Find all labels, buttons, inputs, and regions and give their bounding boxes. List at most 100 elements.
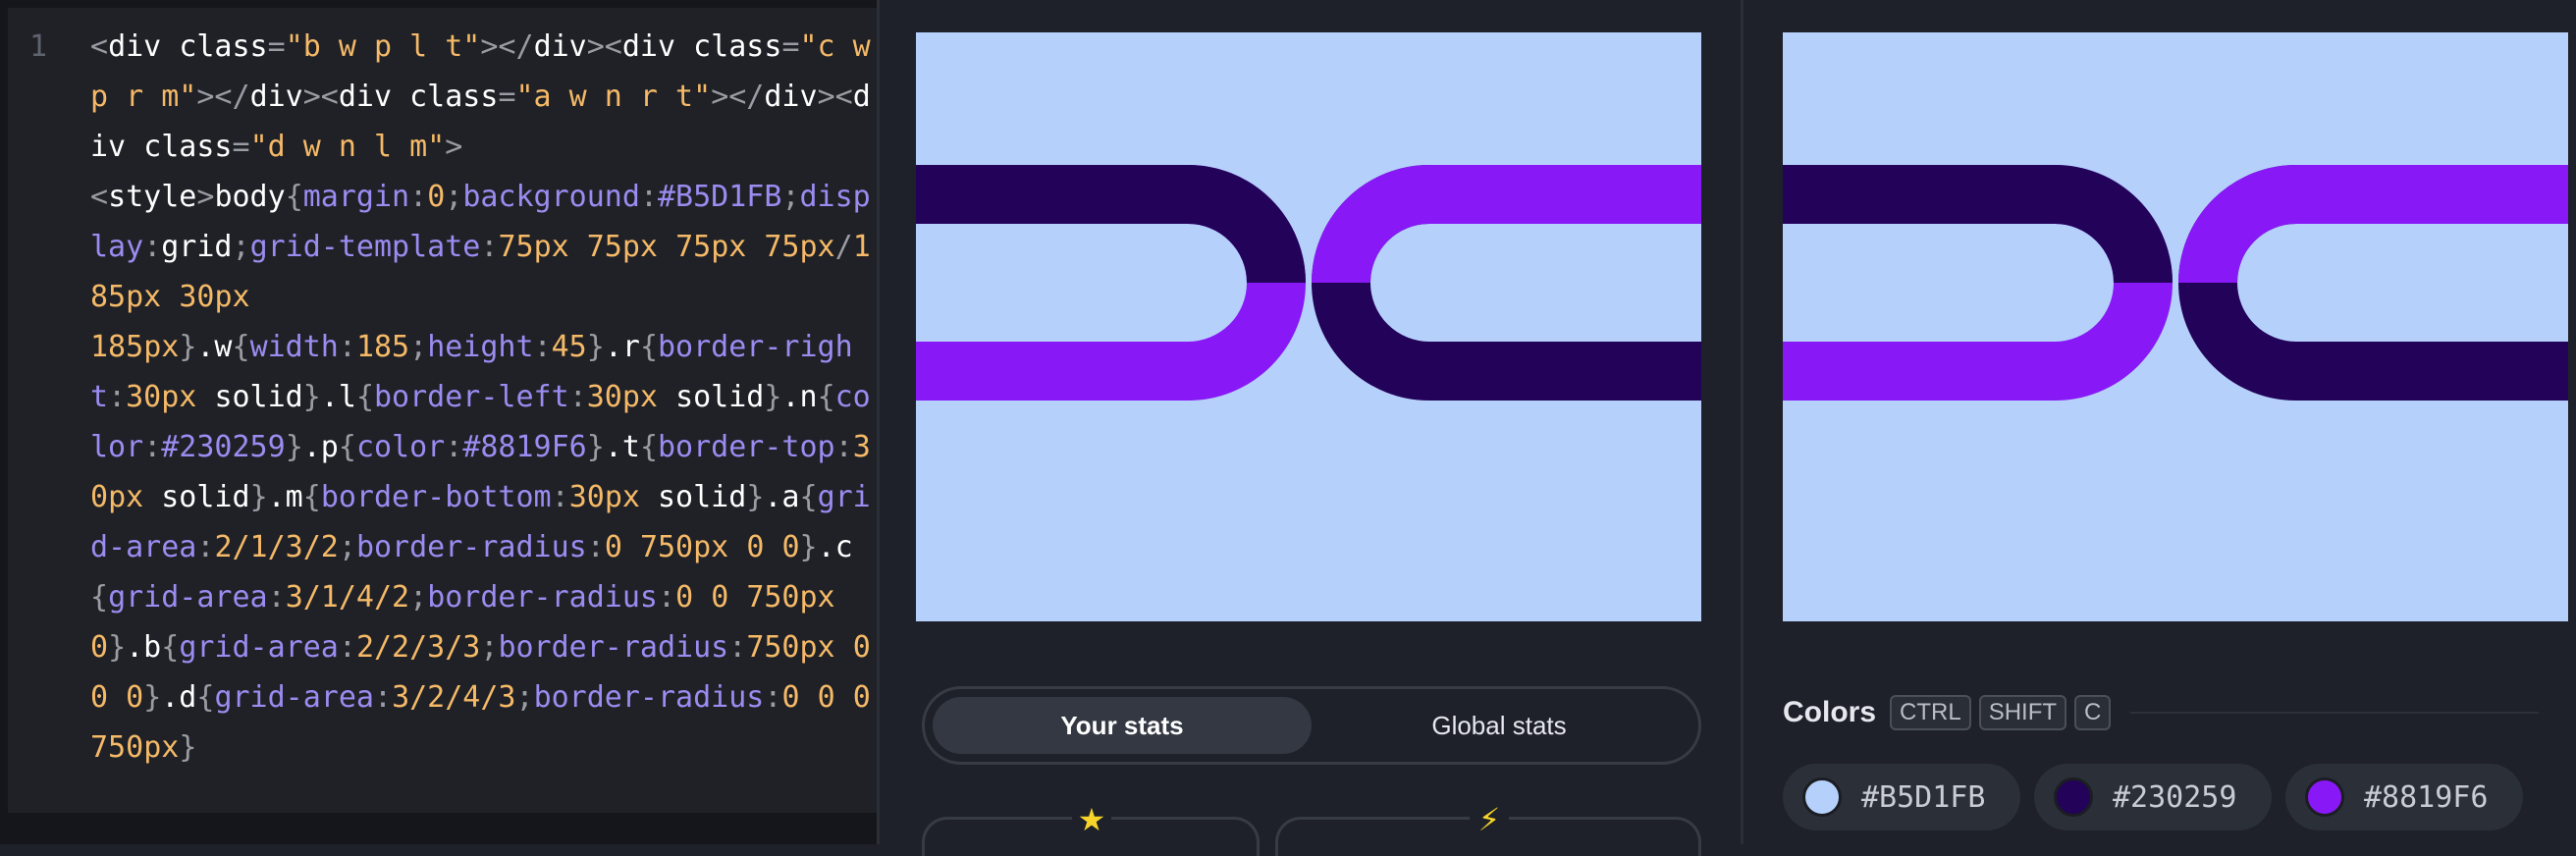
code-token: margin (302, 180, 410, 214)
code-token: } (285, 430, 303, 464)
code-token: px (126, 280, 180, 314)
code-token: class (409, 80, 499, 114)
code-token: 0 (746, 530, 782, 564)
code-token: style (108, 180, 197, 214)
code-token: px (214, 280, 250, 314)
code-token: < (90, 29, 109, 64)
code-token: : (551, 480, 569, 514)
code-token: { (639, 330, 658, 364)
shortcut-key-ctrl: CTRL (1890, 695, 1971, 730)
code-token: 750 (746, 630, 800, 665)
code-token: background (462, 180, 640, 214)
code-token: : (533, 330, 552, 364)
code-token: solid (214, 380, 303, 414)
tab-global-stats[interactable]: Global stats (1310, 697, 1689, 754)
code-token: px (621, 230, 676, 264)
code-token: border-left (374, 380, 569, 414)
code-token: >< (302, 80, 339, 114)
output-canvas[interactable] (916, 32, 1701, 621)
code-token: px (161, 380, 215, 414)
code-token: : (480, 230, 499, 264)
code-token: 0 (675, 580, 712, 615)
code-token: .w (196, 330, 233, 364)
code-token: { (799, 480, 818, 514)
code-token: ; (480, 630, 499, 665)
code-token: { (90, 580, 109, 615)
target-canvas[interactable] (1783, 32, 2568, 621)
code-token: 185 (355, 330, 410, 364)
code-token: ; (409, 580, 428, 615)
color-swatch-1[interactable]: #B5D1FB (1783, 764, 2020, 830)
code-token: ></ (711, 80, 765, 114)
code-token: 45 (551, 330, 587, 364)
code-token: 0 (817, 680, 853, 715)
code-token: solid (675, 380, 765, 414)
code-token: 3/1/4/2 (285, 580, 410, 615)
code-editor-surface[interactable]: 1 <div class="b w p l t"></div><div clas… (8, 8, 877, 813)
code-token: 75 (498, 230, 534, 264)
code-token: : (728, 630, 747, 665)
code-token: px (711, 230, 765, 264)
code-token: solid (161, 480, 250, 514)
code-token: { (285, 180, 303, 214)
code-token: div (764, 80, 818, 114)
colors-title: Colors (1783, 696, 1877, 728)
code-editor[interactable]: 1 <div class="b w p l t"></div><div clas… (0, 0, 877, 844)
code-token: border-radius (533, 680, 765, 715)
code-token: : (108, 380, 127, 414)
code-text[interactable]: <div class="b w p l t"></div><div class=… (90, 22, 884, 773)
code-token: px (143, 330, 180, 364)
code-token: < (90, 180, 109, 214)
code-token: div (533, 29, 587, 64)
lightning-icon: ⚡ (1470, 800, 1509, 839)
code-token: height (427, 330, 534, 364)
code-token: = (232, 130, 250, 164)
code-token: : (834, 430, 853, 464)
code-token: div (338, 80, 410, 114)
code-token: 0 (604, 530, 640, 564)
code-token: { (161, 630, 180, 665)
code-token: .a (764, 480, 800, 514)
code-token: .p (302, 430, 339, 464)
code-token: } (799, 530, 818, 564)
code-token: : (764, 680, 782, 715)
code-token: color (355, 430, 446, 464)
code-token: ></ (196, 80, 250, 114)
code-token: "b w p l t" (285, 29, 481, 64)
code-token: 30 (586, 380, 622, 414)
code-token: solid (658, 480, 747, 514)
code-token: { (232, 330, 250, 364)
code-token: grid-area (214, 680, 374, 715)
output-drawing (916, 32, 1701, 621)
code-token: > (445, 130, 463, 164)
code-token: px (533, 230, 587, 264)
canvas-background (916, 32, 1701, 621)
code-token: 0 (90, 680, 127, 715)
color-swatch-2[interactable]: #230259 (2034, 764, 2272, 830)
code-token: 0 (126, 680, 144, 715)
code-token: .l (320, 380, 356, 414)
code-token: ></ (480, 29, 534, 64)
star-icon: ★ (1072, 800, 1111, 839)
code-token: width (249, 330, 339, 364)
code-token: : (445, 430, 463, 464)
code-token: } (764, 380, 782, 414)
code-token: : (586, 530, 605, 564)
code-token: { (355, 380, 374, 414)
tab-your-stats[interactable]: Your stats (933, 697, 1312, 754)
swatch-dot (1802, 777, 1842, 817)
code-token: ; (781, 180, 800, 214)
code-token: .d (161, 680, 197, 715)
code-token: div (108, 29, 180, 64)
code-token: } (179, 730, 197, 765)
code-token: .b (126, 630, 162, 665)
code-token: px (799, 230, 835, 264)
code-token: 75 (675, 230, 712, 264)
code-token: { (338, 430, 356, 464)
code-token: / (834, 230, 853, 264)
code-token: ; (515, 680, 534, 715)
color-swatch-3[interactable]: #8819F6 (2285, 764, 2523, 830)
code-token: .t (604, 430, 640, 464)
code-token: } (746, 480, 765, 514)
code-token: "a w n r t" (515, 80, 712, 114)
